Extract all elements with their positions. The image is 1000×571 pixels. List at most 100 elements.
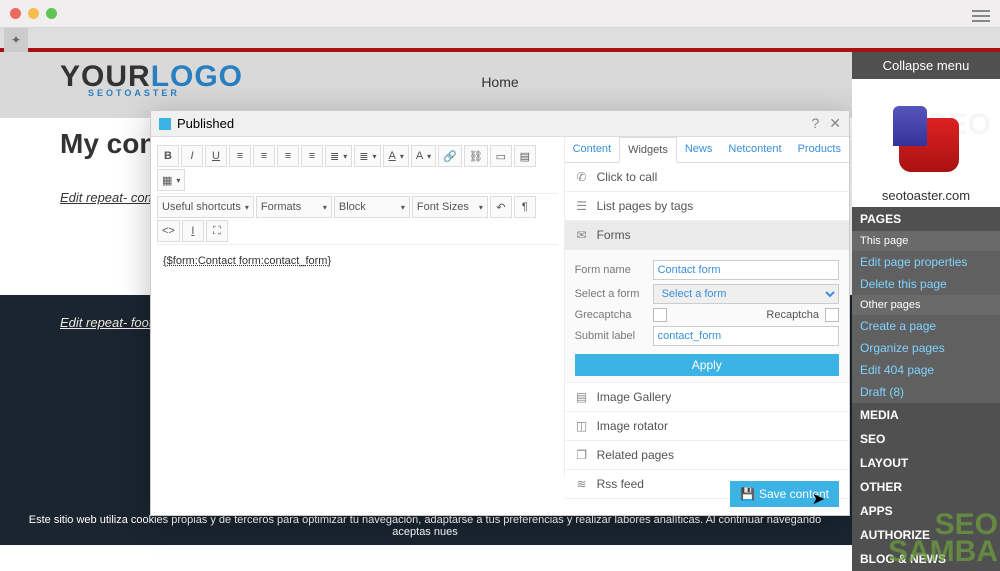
domain-text: seotoaster.com: [882, 184, 970, 207]
fontsize-select[interactable]: Font Sizes▾: [412, 196, 488, 218]
apply-button[interactable]: Apply: [575, 354, 839, 376]
bold-button[interactable]: B: [157, 145, 179, 167]
hamburger-icon[interactable]: [972, 7, 990, 25]
select-form-dropdown[interactable]: Select a form: [653, 284, 839, 304]
link-button[interactable]: 🔗: [438, 145, 462, 167]
grecaptcha-checkbox[interactable]: [653, 308, 667, 322]
para-button[interactable]: ¶: [514, 196, 536, 218]
subhead-thispage: This page: [852, 231, 1000, 251]
minimize-dot[interactable]: [28, 8, 39, 19]
toolbar-row-2: Useful shortcuts▾ Formats▾ Block▾ Font S…: [157, 194, 558, 245]
link-edit-properties[interactable]: Edit page properties: [852, 251, 1000, 273]
site-logo: YOURLOGO SEOTOASTER: [60, 60, 243, 98]
widget-forms[interactable]: ✉Forms: [565, 221, 849, 250]
align-left-button[interactable]: ≡: [229, 145, 251, 167]
close-dot[interactable]: [10, 8, 21, 19]
underline-button[interactable]: U: [205, 145, 227, 167]
save-icon: 💾: [740, 487, 755, 501]
image-button[interactable]: ▭: [490, 145, 512, 167]
italic-button[interactable]: I: [181, 145, 203, 167]
widget-image-gallery[interactable]: ▤Image Gallery: [565, 383, 849, 412]
link-delete-page[interactable]: Delete this page: [852, 273, 1000, 295]
align-center-button[interactable]: ≡: [253, 145, 275, 167]
toolbar-strip: ✦ ⚙: [0, 28, 1000, 52]
modal-footer: 💾Save content ➤: [730, 481, 839, 507]
form-name-input[interactable]: [653, 260, 839, 280]
widget-list-pages[interactable]: ☰List pages by tags: [565, 192, 849, 221]
tab-content[interactable]: Content: [565, 137, 620, 162]
form-config-panel: Form name Select a form Select a form Gre…: [565, 250, 849, 383]
widget-tabs: Content Widgets News Netcontent Products: [565, 137, 849, 163]
editor-content-area[interactable]: {$form:Contact form:contact_form}: [157, 249, 558, 273]
subhead-otherpages: Other pages: [852, 295, 1000, 315]
widget-image-rotator[interactable]: ◫Image rotator: [565, 412, 849, 441]
submit-label-input[interactable]: [653, 326, 839, 346]
cursor-icon: ➤: [812, 489, 825, 509]
submit-label-label: Submit label: [575, 330, 647, 342]
brand-toaster: SEO seotoaster.com: [852, 79, 1000, 207]
section-authorize[interactable]: AUTHORIZE: [852, 523, 1000, 547]
maximize-dot[interactable]: [46, 8, 57, 19]
close-icon[interactable]: ✕: [829, 115, 841, 132]
published-icon: [159, 118, 171, 130]
section-apps[interactable]: APPS: [852, 499, 1000, 523]
section-pages[interactable]: PAGES: [852, 207, 1000, 231]
bgcolor-button[interactable]: A▾: [411, 145, 436, 167]
media-button[interactable]: ▤: [514, 145, 536, 167]
tab-products[interactable]: Products: [790, 137, 849, 162]
admin-sidebar: Collapse menu SEO seotoaster.com PAGES T…: [852, 52, 1000, 566]
widget-related-pages[interactable]: ❐Related pages: [565, 441, 849, 470]
clear-button[interactable]: I: [182, 220, 204, 242]
rss-icon: ≋: [575, 477, 589, 491]
toaster-image: SEO: [881, 96, 971, 184]
section-blog[interactable]: BLOG & NEWS: [852, 547, 1000, 571]
gear-icon[interactable]: ✦: [4, 28, 28, 52]
align-right-button[interactable]: ≡: [277, 145, 299, 167]
grecaptcha-label: Grecaptcha: [575, 309, 647, 321]
published-label: Published: [177, 116, 234, 131]
recaptcha-label: Recaptcha: [673, 309, 819, 321]
modal-header: Published ? ✕: [151, 111, 849, 137]
rich-editor: B I U ≡ ≡ ≡ ≡ ≣▾ ≣▾ A▾ A▾ 🔗 ⛓ ▭ ▤ ▦▾ Use…: [151, 137, 565, 477]
number-list-button[interactable]: ≣▾: [354, 145, 381, 167]
fullscreen-button[interactable]: ⛶: [206, 220, 228, 242]
undo-button[interactable]: ↶: [490, 196, 512, 218]
section-other[interactable]: OTHER: [852, 475, 1000, 499]
source-button[interactable]: <>: [157, 220, 180, 242]
formats-select[interactable]: Formats▾: [256, 196, 332, 218]
section-seo[interactable]: SEO: [852, 427, 1000, 451]
tag-icon: ☰: [575, 199, 589, 213]
link-organize-pages[interactable]: Organize pages: [852, 337, 1000, 359]
related-icon: ❐: [575, 448, 589, 462]
select-form-label: Select a form: [575, 288, 647, 300]
collapse-menu[interactable]: Collapse menu: [852, 52, 1000, 79]
tab-news[interactable]: News: [677, 137, 721, 162]
edit-repeat-footer[interactable]: Edit repeat- foote: [60, 315, 160, 330]
header-band: YOURLOGO SEOTOASTER Home 4152 CMS versio…: [0, 52, 1000, 118]
table-button[interactable]: ▦▾: [157, 169, 185, 191]
tab-netcontent[interactable]: Netcontent: [720, 137, 789, 162]
tab-widgets[interactable]: Widgets: [619, 137, 677, 163]
textcolor-button[interactable]: A▾: [383, 145, 408, 167]
help-icon[interactable]: ?: [811, 115, 819, 132]
shortcuts-select[interactable]: Useful shortcuts▾: [157, 196, 254, 218]
widget-sidebar: Content Widgets News Netcontent Products…: [565, 137, 849, 477]
block-select[interactable]: Block▾: [334, 196, 410, 218]
link-edit-404[interactable]: Edit 404 page: [852, 359, 1000, 381]
gallery-icon: ▤: [575, 390, 589, 404]
form-icon: ✉: [575, 228, 589, 242]
form-shortcode[interactable]: {$form:Contact form:contact_form}: [163, 255, 331, 267]
recaptcha-checkbox[interactable]: [825, 308, 839, 322]
nav-home[interactable]: Home: [481, 74, 518, 90]
rotator-icon: ◫: [575, 419, 589, 433]
bullet-list-button[interactable]: ≣▾: [325, 145, 352, 167]
form-name-label: Form name: [575, 264, 647, 276]
unlink-button[interactable]: ⛓: [464, 145, 488, 167]
widget-click-to-call[interactable]: ✆Click to call: [565, 163, 849, 192]
link-create-page[interactable]: Create a page: [852, 315, 1000, 337]
window-chrome: [0, 0, 1000, 28]
link-draft[interactable]: Draft (8): [852, 381, 1000, 403]
align-justify-button[interactable]: ≡: [301, 145, 323, 167]
section-layout[interactable]: LAYOUT: [852, 451, 1000, 475]
section-media[interactable]: MEDIA: [852, 403, 1000, 427]
